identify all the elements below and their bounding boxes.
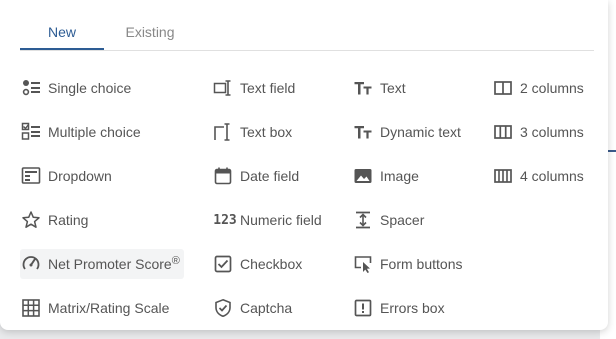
item-label: Dynamic text — [380, 124, 461, 140]
tab-existing[interactable]: Existing — [108, 22, 192, 48]
form-buttons-icon — [352, 253, 374, 275]
four-columns-icon — [492, 165, 514, 187]
registered-mark: ® — [171, 255, 180, 267]
item-4-columns[interactable]: 4 columns — [492, 161, 584, 191]
item-form-buttons[interactable]: Form buttons — [352, 249, 462, 279]
item-image[interactable]: Image — [352, 161, 419, 191]
text-field-icon — [212, 77, 234, 99]
tab-new[interactable]: New — [20, 22, 104, 50]
multiple-choice-icon — [20, 121, 42, 143]
two-columns-icon — [492, 77, 514, 99]
item-errors-box[interactable]: Errors box — [352, 293, 445, 323]
item-label: Date field — [240, 168, 300, 184]
item-numeric-field[interactable]: 123 Numeric field — [212, 205, 322, 235]
item-label: 3 columns — [520, 124, 584, 140]
item-label: Checkbox — [240, 256, 303, 272]
star-icon — [20, 209, 42, 231]
item-captcha[interactable]: Captcha — [212, 293, 292, 323]
item-label: Text — [380, 80, 406, 96]
item-dropdown[interactable]: Dropdown — [20, 161, 112, 191]
item-text[interactable]: Text — [352, 73, 406, 103]
text-box-icon — [212, 121, 234, 143]
item-label: Numeric field — [240, 212, 322, 228]
item-label: Captcha — [240, 300, 293, 316]
item-label: Errors box — [380, 300, 445, 316]
item-single-choice[interactable]: Single choice — [20, 73, 131, 103]
item-label: Multiple choice — [48, 124, 141, 140]
calendar-icon — [212, 165, 234, 187]
item-label: 2 columns — [520, 80, 584, 96]
item-label: Single choice — [48, 80, 132, 96]
item-label: Form buttons — [380, 256, 463, 272]
item-label: Rating — [48, 212, 89, 228]
image-icon — [352, 165, 374, 187]
item-label: Text box — [240, 124, 293, 140]
text-icon — [352, 77, 374, 99]
three-columns-icon — [492, 121, 514, 143]
item-spacer[interactable]: Spacer — [352, 205, 424, 235]
item-label: Text field — [240, 80, 296, 96]
numeric-icon: 123 — [212, 209, 238, 231]
item-3-columns[interactable]: 3 columns — [492, 117, 584, 147]
item-text-box[interactable]: Text box — [212, 117, 292, 147]
shield-check-icon — [212, 297, 234, 319]
add-field-panel: New Existing Single choice Multiple choi… — [0, 0, 608, 330]
item-date-field[interactable]: Date field — [212, 161, 299, 191]
item-label: Dropdown — [48, 168, 112, 184]
item-label: Matrix/Rating Scale — [48, 300, 170, 316]
item-label: Net Promoter Score — [48, 256, 172, 272]
item-multiple-choice[interactable]: Multiple choice — [20, 117, 141, 147]
item-checkbox[interactable]: Checkbox — [212, 249, 302, 279]
item-matrix-rating-scale[interactable]: Matrix/Rating Scale — [20, 293, 169, 323]
item-rating[interactable]: Rating — [20, 205, 88, 235]
dynamic-text-icon — [352, 121, 374, 143]
grid-icon — [20, 297, 42, 319]
item-net-promoter-score[interactable]: Net Promoter Score ® — [20, 249, 184, 279]
item-label: Image — [380, 168, 419, 184]
item-label: 4 columns — [520, 168, 584, 184]
item-dynamic-text[interactable]: Dynamic text — [352, 117, 461, 147]
spacer-icon — [352, 209, 374, 231]
item-text-field[interactable]: Text field — [212, 73, 295, 103]
numeric-icon-text: 123 — [213, 212, 237, 228]
single-choice-icon — [20, 77, 42, 99]
item-2-columns[interactable]: 2 columns — [492, 73, 584, 103]
tab-bar: New Existing — [20, 0, 594, 51]
error-box-icon — [352, 297, 374, 319]
checkbox-icon — [212, 253, 234, 275]
item-label: Spacer — [380, 212, 425, 228]
dropdown-icon — [20, 165, 42, 187]
gauge-icon — [20, 253, 42, 275]
